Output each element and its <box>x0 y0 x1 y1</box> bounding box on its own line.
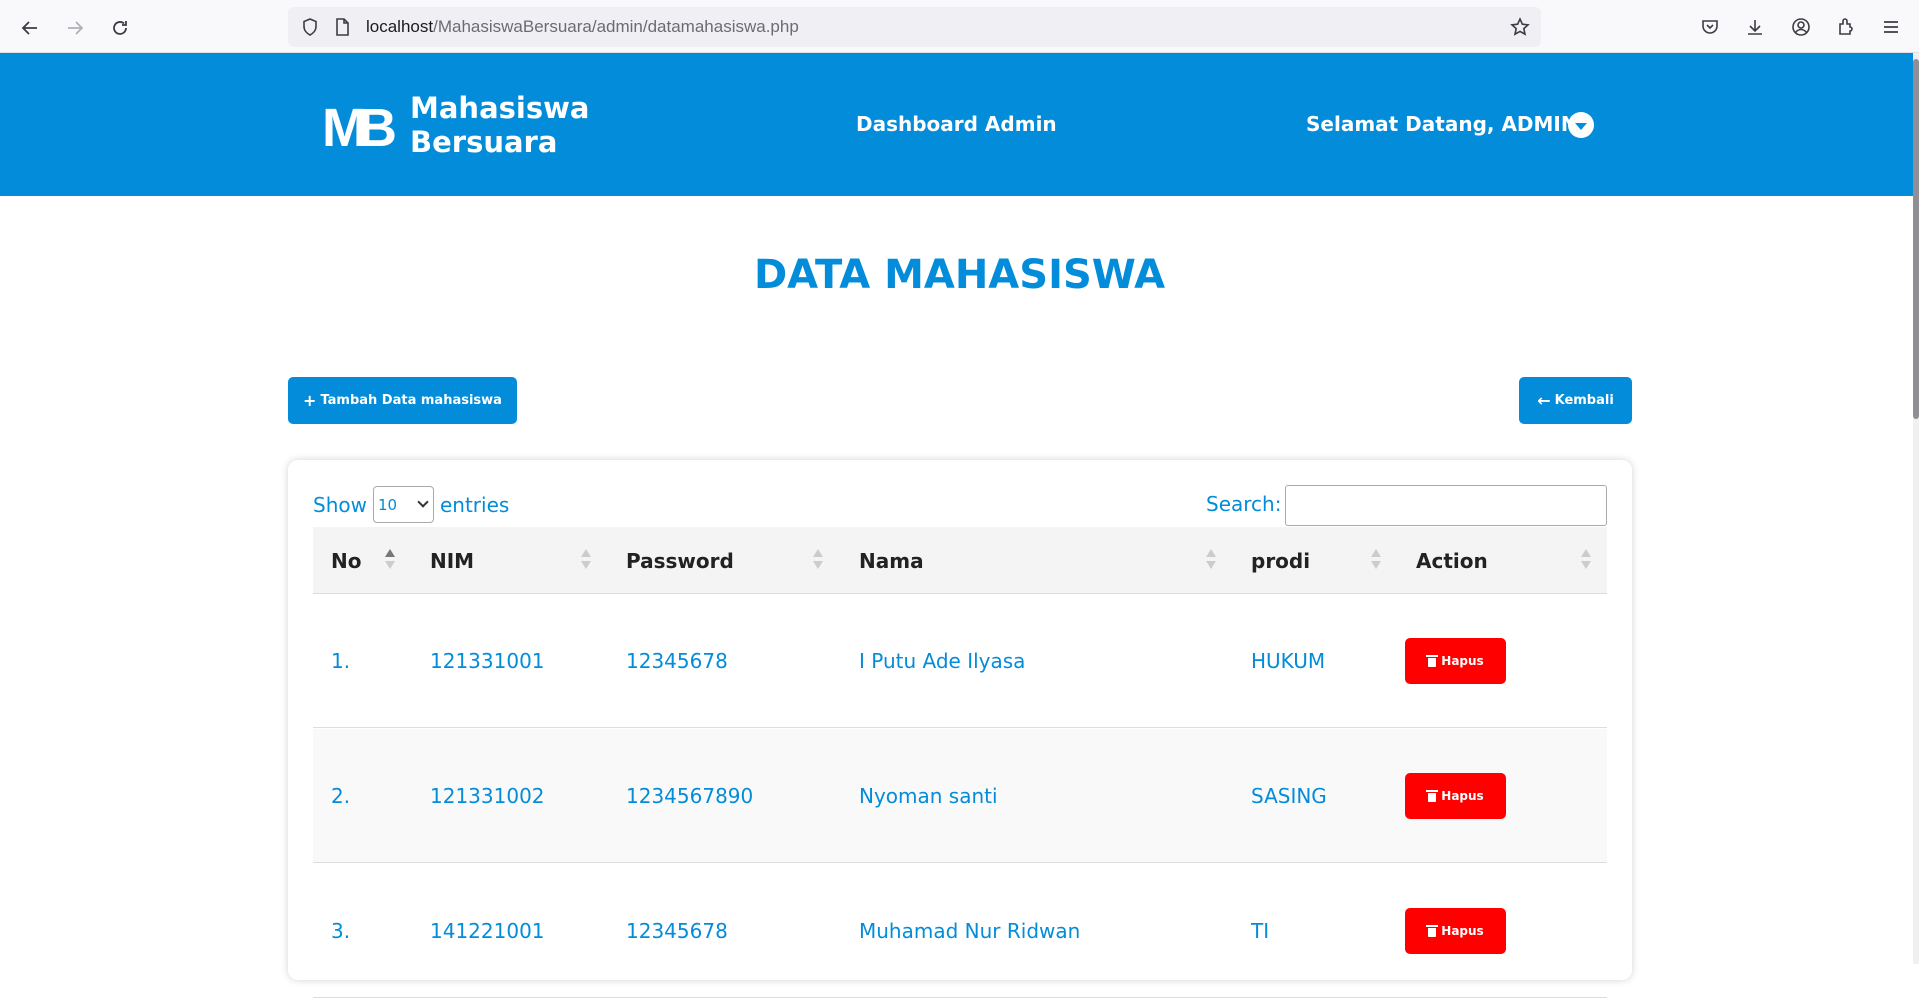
search-label: Search: <box>1206 492 1282 516</box>
brand-line-2: Bersuara <box>410 125 558 159</box>
table-row: 2. 121331002 1234567890 Nyoman santi SAS… <box>313 729 1607 863</box>
address-bar[interactable]: localhost/MahasiswaBersuara/admin/datama… <box>288 7 1541 47</box>
plus-icon: + <box>303 391 317 410</box>
column-header-password[interactable]: Password <box>626 549 734 573</box>
sort-icon[interactable] <box>1206 549 1216 571</box>
add-student-button[interactable]: + Tambah Data mahasiswa <box>288 377 517 424</box>
show-label: Show <box>313 492 367 517</box>
url-path: /MahasiswaBersuara/admin/datamahasiswa.p… <box>433 17 799 36</box>
forward-arrow-icon[interactable] <box>57 10 93 46</box>
user-greeting[interactable]: Selamat Datang, ADMIN <box>1306 112 1578 136</box>
url-host: localhost <box>366 17 434 36</box>
download-icon[interactable] <box>1740 12 1770 42</box>
sort-icon[interactable] <box>1371 549 1381 571</box>
cell-nama: Nyoman santi <box>859 784 998 808</box>
menu-icon[interactable] <box>1876 12 1906 42</box>
extensions-icon[interactable] <box>1831 12 1861 42</box>
column-header-nama[interactable]: Nama <box>859 549 924 573</box>
table-row: 1. 121331001 12345678 I Putu Ade Ilyasa … <box>313 594 1607 728</box>
entries-value: 10 <box>377 496 398 514</box>
back-button[interactable]: ← Kembali <box>1519 377 1632 424</box>
cell-nim: 121331001 <box>430 649 545 673</box>
cell-prodi: SASING <box>1251 784 1327 808</box>
brand-line-1: Mahasiswa <box>410 91 590 125</box>
column-header-no[interactable]: No <box>331 549 361 573</box>
bookmark-star-icon[interactable] <box>1510 17 1530 37</box>
site-header: MB Mahasiswa Bersuara Dashboard Admin Se… <box>0 53 1919 196</box>
column-header-action[interactable]: Action <box>1416 549 1488 573</box>
data-table-card: Show 10 entries Search: No NIM Password … <box>288 460 1632 998</box>
sort-icon[interactable] <box>813 549 823 571</box>
delete-label: Hapus <box>1441 789 1484 803</box>
cell-nama: Muhamad Nur Ridwan <box>859 919 1081 943</box>
table-row: 3. 141221001 12345678 Muhamad Nur Ridwan… <box>313 864 1607 998</box>
table-header: No NIM Password Nama prodi Action <box>313 527 1607 594</box>
cell-password: 12345678 <box>626 919 728 943</box>
trash-icon <box>1426 790 1439 802</box>
delete-label: Hapus <box>1441 654 1484 668</box>
brand-name[interactable]: Mahasiswa Bersuara <box>410 91 589 159</box>
column-header-prodi[interactable]: prodi <box>1251 549 1310 573</box>
entries-label: entries <box>439 492 510 517</box>
url-text[interactable]: localhost/MahasiswaBersuara/admin/datama… <box>366 17 799 37</box>
caret-down-icon <box>1575 122 1587 130</box>
account-icon[interactable] <box>1786 12 1816 42</box>
cell-password: 1234567890 <box>626 784 754 808</box>
logo-mark[interactable]: MB <box>322 101 397 155</box>
scrollbar-thumb[interactable] <box>1913 59 1919 419</box>
cell-prodi: TI <box>1251 919 1270 943</box>
page-title: DATA MAHASISWA <box>753 252 1166 298</box>
reload-icon[interactable] <box>102 10 138 46</box>
entries-length-control: Show 10 entries <box>313 486 509 523</box>
cell-nim: 121331002 <box>430 784 545 808</box>
delete-button[interactable]: Hapus <box>1405 773 1506 819</box>
browser-toolbar: localhost/MahasiswaBersuara/admin/datama… <box>0 0 1919 53</box>
delete-button[interactable]: Hapus <box>1405 638 1506 684</box>
cell-nama: I Putu Ade Ilyasa <box>859 649 1026 673</box>
entries-select[interactable]: 10 <box>372 486 434 523</box>
search-input[interactable] <box>1285 485 1607 526</box>
chevron-down-icon <box>417 496 429 508</box>
pocket-icon[interactable] <box>1695 12 1725 42</box>
shield-icon[interactable] <box>300 17 320 37</box>
delete-label: Hapus <box>1441 924 1484 938</box>
delete-button[interactable]: Hapus <box>1405 908 1506 954</box>
cell-no: 3. <box>331 919 351 943</box>
sort-icon[interactable] <box>1581 549 1591 571</box>
add-student-label: Tambah Data mahasiswa <box>320 393 502 408</box>
page-icon[interactable] <box>332 17 352 37</box>
cell-nim: 141221001 <box>430 919 545 943</box>
cell-no: 1. <box>331 649 351 673</box>
back-arrow-icon[interactable] <box>12 10 48 46</box>
arrow-left-icon: ← <box>1537 391 1551 410</box>
trash-icon <box>1426 925 1439 937</box>
cell-no: 2. <box>331 784 351 808</box>
page-scrollbar[interactable] <box>1913 53 1919 964</box>
header-title[interactable]: Dashboard Admin <box>856 112 1057 136</box>
cell-password: 12345678 <box>626 649 728 673</box>
back-label: Kembali <box>1554 393 1614 408</box>
sort-icon[interactable] <box>385 549 395 571</box>
sort-icon[interactable] <box>581 549 591 571</box>
trash-icon <box>1426 655 1439 667</box>
cell-prodi: HUKUM <box>1251 649 1326 673</box>
column-header-nim[interactable]: NIM <box>430 549 474 573</box>
user-menu-toggle[interactable] <box>1568 112 1594 138</box>
